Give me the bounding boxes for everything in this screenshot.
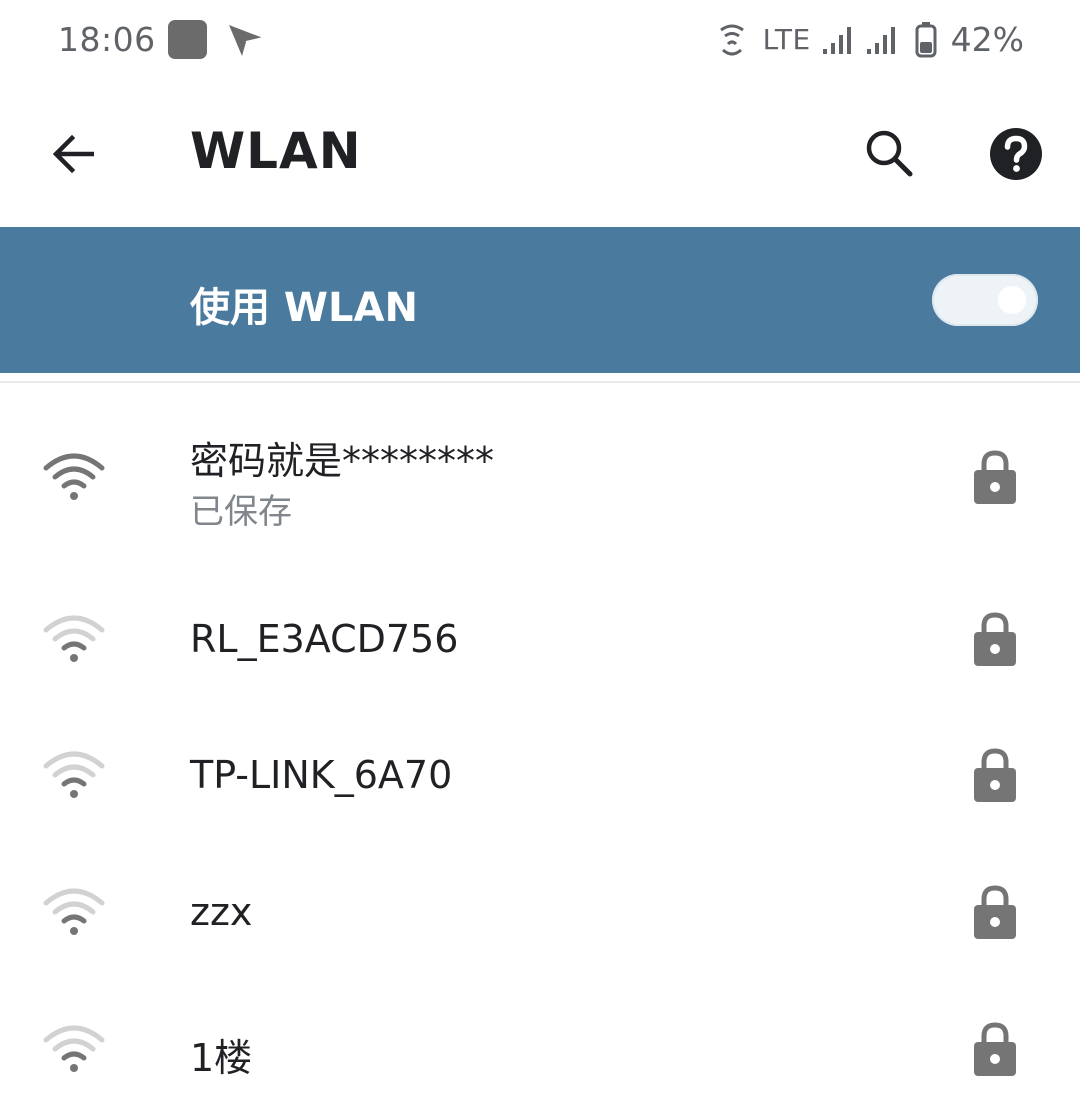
network-row[interactable]: 1楼 xyxy=(0,984,1080,1120)
network-row[interactable]: RL_E3ACD756 xyxy=(0,574,1080,710)
network-ssid: TP-LINK_6A70 xyxy=(190,753,453,797)
wlan-master-switch-row[interactable]: 使用 WLAN xyxy=(0,227,1080,373)
lock-icon xyxy=(974,885,1016,939)
wlan-toggle-switch[interactable] xyxy=(932,274,1038,326)
network-type-label: LTE xyxy=(762,23,811,56)
network-ssid: 1楼 xyxy=(190,1036,253,1080)
wifi-weak-icon xyxy=(43,751,105,798)
notification-app-icon xyxy=(168,20,207,59)
network-row[interactable]: zzx xyxy=(0,847,1080,983)
wifi-weak-icon xyxy=(43,615,105,662)
search-icon[interactable] xyxy=(862,126,918,182)
network-row[interactable]: TP-LINK_6A70 xyxy=(0,710,1080,846)
wifi-strong-icon xyxy=(43,453,105,500)
app-bar: WLAN xyxy=(0,82,1080,227)
network-status: 已保存 xyxy=(190,492,292,532)
status-time: 18:06 xyxy=(58,20,156,59)
toggle-thumb xyxy=(998,286,1026,314)
wifi-weak-icon xyxy=(43,1025,105,1072)
arrow-back-icon[interactable] xyxy=(46,126,102,182)
status-icons: LTE 42% xyxy=(717,20,1024,59)
lock-icon xyxy=(974,748,1016,802)
battery-icon xyxy=(915,21,937,57)
lock-icon xyxy=(974,612,1016,666)
network-row[interactable]: 密码就是******** 已保存 xyxy=(0,412,1080,548)
battery-percent: 42% xyxy=(950,20,1024,59)
page-title: WLAN xyxy=(190,122,362,180)
status-bar: 18:06 LTE 42% xyxy=(0,0,1080,82)
network-ssid: RL_E3ACD756 xyxy=(190,617,459,661)
wlan-master-switch-label: 使用 WLAN xyxy=(190,285,418,331)
network-ssid: 密码就是******** xyxy=(190,439,495,483)
wifi-weak-icon xyxy=(43,888,105,935)
signal-bars-icon xyxy=(822,26,851,54)
help-icon[interactable] xyxy=(988,126,1044,182)
divider xyxy=(0,381,1080,383)
send-icon xyxy=(229,25,264,56)
lock-icon xyxy=(974,1022,1016,1076)
network-ssid: zzx xyxy=(190,890,253,934)
signal-bars-icon-sim2 xyxy=(866,26,895,54)
lock-icon xyxy=(974,450,1016,504)
hotspot-icon xyxy=(719,24,744,55)
